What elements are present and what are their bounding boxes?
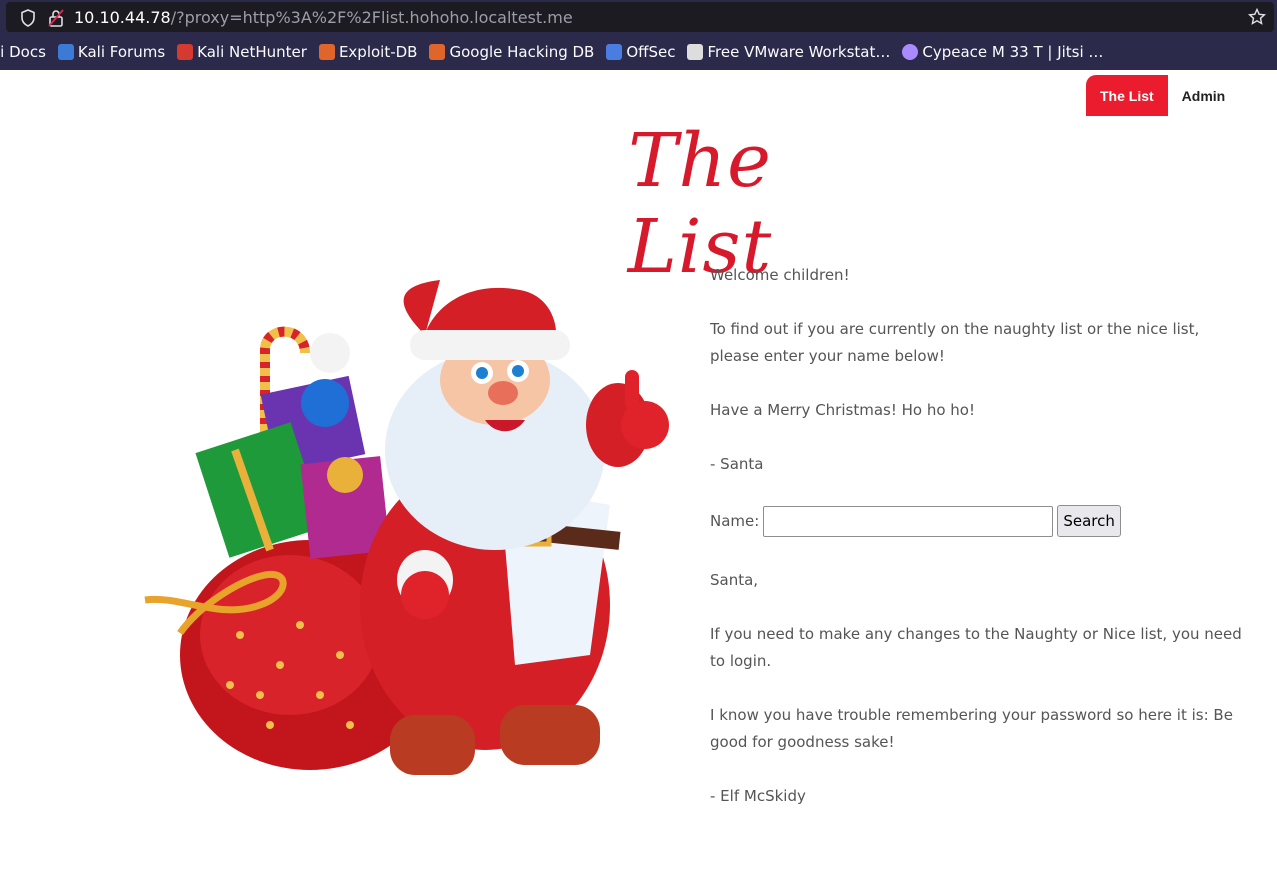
bookmark-item[interactable]: OffSec	[606, 43, 675, 61]
bookmark-star-icon[interactable]	[1248, 8, 1266, 26]
github-icon	[687, 44, 704, 60]
nav-the-list[interactable]: The List	[1086, 75, 1168, 116]
search-button[interactable]: Search	[1057, 505, 1121, 537]
elf-signature: - Elf McSkidy	[710, 787, 806, 805]
url-text[interactable]: 10.10.44.78/?proxy=http%3A%2F%2Flist.hoh…	[74, 8, 573, 27]
site-nav: The List Admin	[1086, 75, 1239, 116]
greeting-text: Welcome children!	[710, 266, 850, 284]
bookmark-label: li Docs	[0, 43, 46, 61]
address-field[interactable]: 10.10.44.78/?proxy=http%3A%2F%2Flist.hoh…	[6, 2, 1274, 32]
bookmark-item[interactable]: li Docs	[0, 43, 46, 61]
name-input[interactable]	[763, 505, 1054, 537]
santa-signature: - Santa	[710, 455, 764, 473]
ghdb-icon	[429, 44, 446, 60]
bookmark-item[interactable]: Exploit-DB	[318, 43, 418, 61]
url-host: 10.10.44.78	[74, 8, 171, 27]
bookmark-label: Cypeace M 33 T | Jitsi …	[922, 43, 1104, 61]
shield-icon[interactable]	[20, 9, 36, 27]
url-path: /?proxy=http%3A%2F%2Flist.hohoho.localte…	[170, 8, 573, 27]
offsec-icon	[606, 44, 623, 60]
browser-url-bar: 10.10.44.78/?proxy=http%3A%2F%2Flist.hoh…	[0, 0, 1277, 34]
bookmark-label: OffSec	[626, 43, 676, 61]
bookmark-item[interactable]: Google Hacking DB	[429, 43, 594, 61]
name-label: Name:	[710, 511, 760, 530]
bookmark-label: Kali NetHunter	[197, 43, 307, 61]
note-salutation: Santa,	[710, 571, 759, 589]
kali-forums-icon	[57, 44, 74, 60]
search-form: Name: Search	[710, 505, 1250, 537]
main-content: Welcome children! To find out if you are…	[710, 262, 1250, 837]
nav-admin[interactable]: Admin	[1168, 75, 1240, 116]
wish-text: Have a Merry Christmas! Ho ho ho!	[710, 401, 975, 419]
insecure-lock-icon[interactable]	[48, 9, 64, 27]
bookmark-label: Free VMware Workstat…	[707, 43, 891, 61]
bookmark-item[interactable]: Free VMware Workstat…	[687, 43, 890, 61]
globe-icon	[902, 44, 919, 60]
instructions-text: To find out if you are currently on the …	[710, 320, 1200, 365]
password-hint: I know you have trouble remembering your…	[710, 706, 1233, 751]
bookmark-item[interactable]: Kali Forums	[57, 43, 166, 61]
bookmark-item[interactable]: Kali NetHunter	[177, 43, 307, 61]
kali-nethunter-icon	[177, 44, 194, 60]
bookmark-label: Google Hacking DB	[449, 43, 595, 61]
bookmark-item[interactable]: Cypeace M 33 T | Jitsi …	[902, 43, 1103, 61]
santa-illustration	[144, 280, 669, 775]
bookmark-label: Exploit-DB	[338, 43, 418, 61]
note-body: If you need to make any changes to the N…	[710, 625, 1242, 670]
bookmark-label: Kali Forums	[77, 43, 166, 61]
bookmarks-toolbar: li Docs Kali Forums Kali NetHunter Exploit-…	[0, 34, 1277, 70]
exploit-db-icon	[318, 44, 335, 60]
